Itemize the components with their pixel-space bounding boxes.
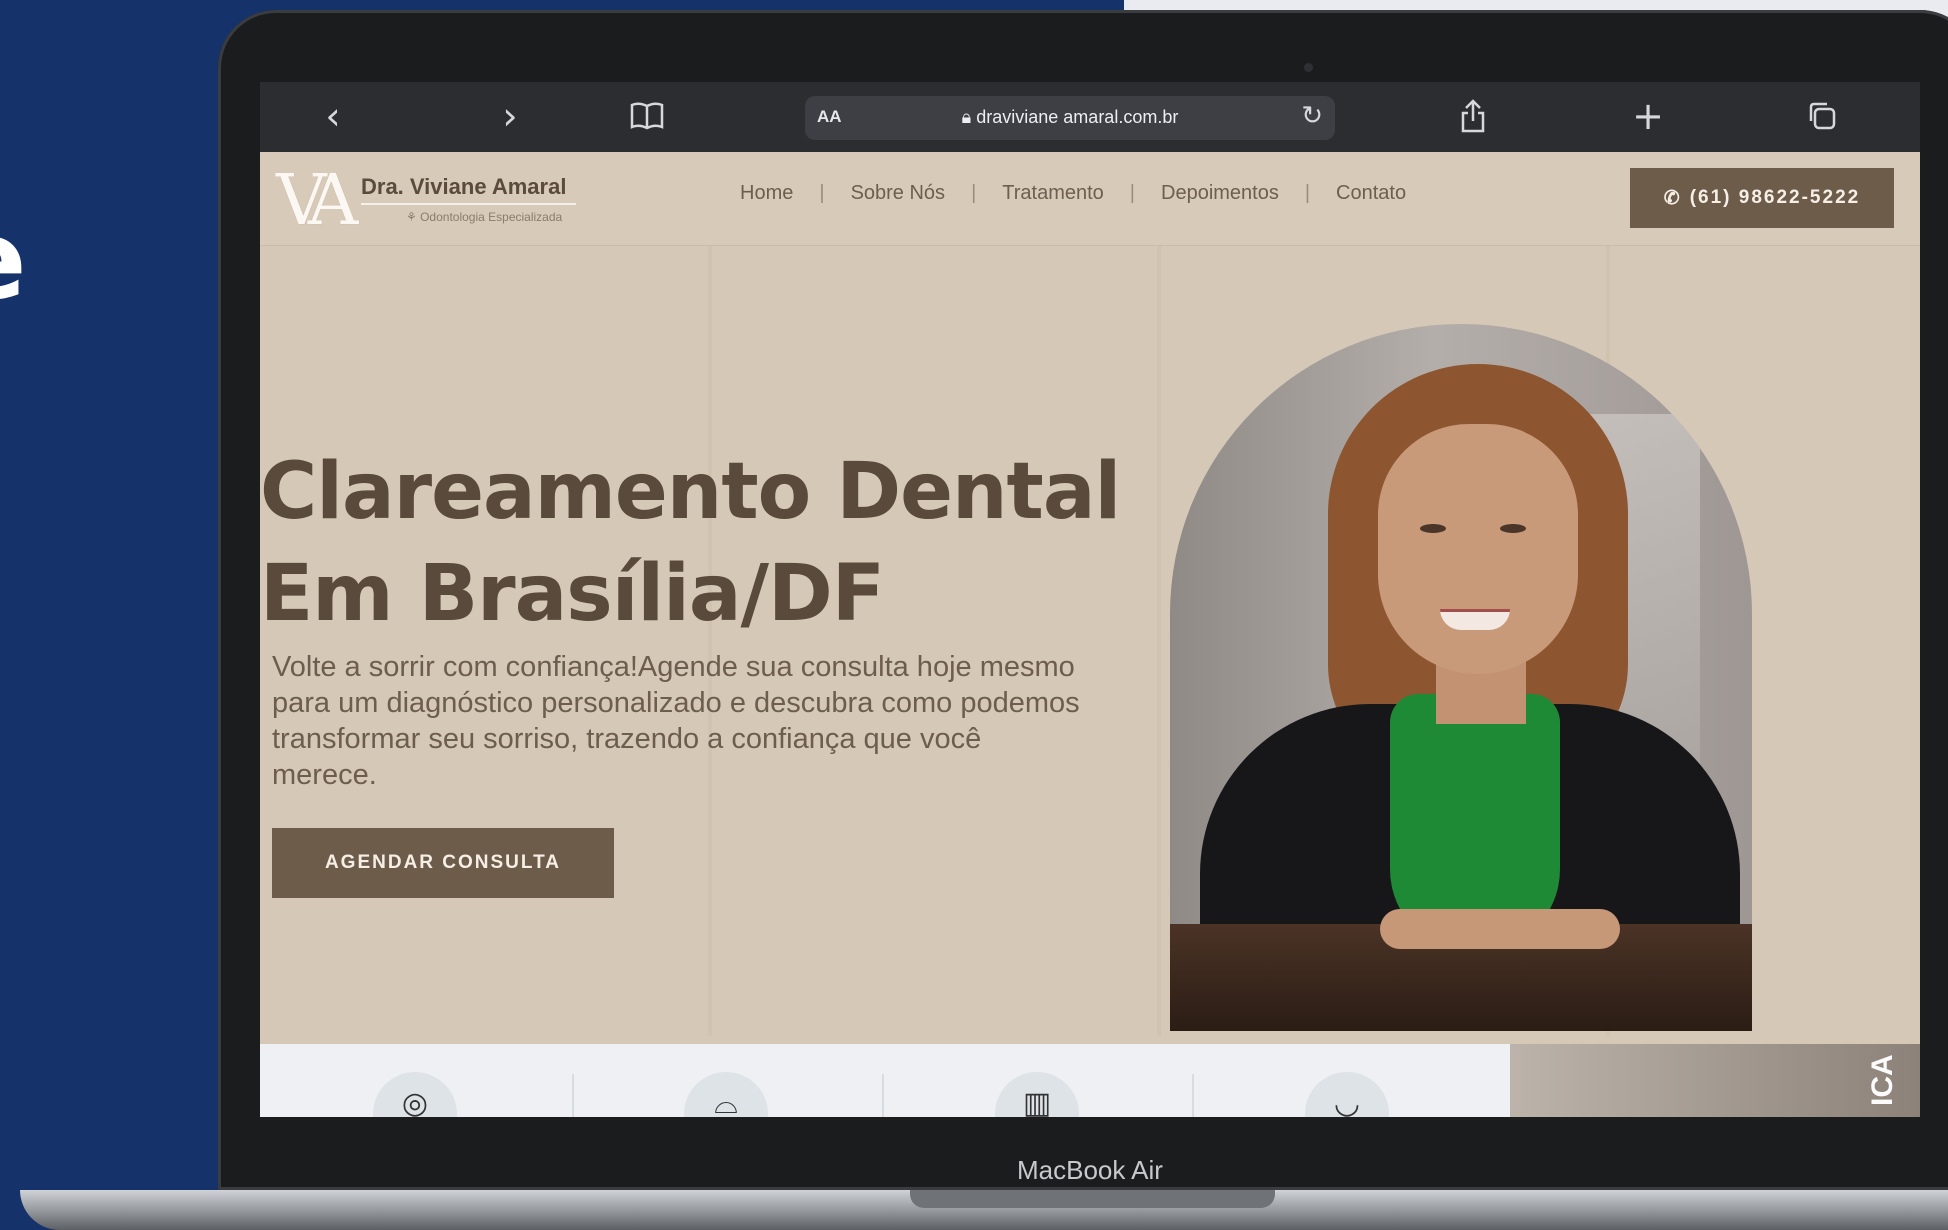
teeth-icon[interactable]: ▥: [995, 1072, 1079, 1117]
dental-arch-icon[interactable]: ⌓: [684, 1072, 768, 1117]
forward-icon[interactable]: ›: [485, 90, 535, 142]
camera-icon: [1304, 63, 1313, 72]
hero-section: Clareamento Dental Em Brasília/DF Volte …: [260, 246, 1920, 1044]
laptop-notch: [910, 1190, 1275, 1208]
tooth-icon: ⚘: [406, 210, 421, 224]
nav-separator: |: [1304, 182, 1311, 204]
browser-toolbar: ‹ › AA 🔒︎ draviviane amaral.com.br ↻ +: [260, 82, 1920, 152]
phone-label: (61) 98622-5222: [1689, 187, 1861, 208]
address-bar[interactable]: AA 🔒︎ draviviane amaral.com.br ↻: [805, 96, 1335, 140]
doctor-photo: [1170, 324, 1752, 1031]
lock-icon: 🔒︎: [961, 107, 977, 127]
logo-name: Dra. Viviane Amaral: [361, 174, 567, 199]
strip-divider: [882, 1074, 884, 1117]
site-header: VA Dra. Viviane Amaral ⚘ Odontologia Esp…: [260, 152, 1920, 246]
nav-home[interactable]: Home: [740, 182, 793, 205]
nav-depoimentos[interactable]: Depoimentos: [1161, 182, 1279, 205]
nav-separator: |: [819, 182, 825, 204]
strip-divider: [572, 1074, 574, 1117]
back-icon[interactable]: ‹: [308, 90, 358, 142]
nav-separator: |: [971, 182, 977, 204]
whatsapp-phone-button[interactable]: ✆ (61) 98622-5222: [1630, 168, 1894, 228]
services-strip: ◎ ⌓ ▥ ◡ ICA: [260, 1044, 1920, 1117]
bookmarks-icon[interactable]: [617, 90, 677, 142]
smile-icon[interactable]: ◡: [1305, 1072, 1389, 1117]
clinic-photo: ICA: [1510, 1044, 1920, 1117]
nav-tratamento[interactable]: Tratamento: [1002, 182, 1104, 205]
tooth-scan-icon[interactable]: ◎: [373, 1072, 457, 1117]
device-label: MacBook Air: [1017, 1155, 1163, 1185]
tabs-icon[interactable]: [1797, 90, 1847, 142]
main-nav: Home | Sobre Nós | Tratamento | Depoimen…: [740, 182, 1406, 205]
nav-separator: |: [1129, 182, 1135, 204]
reload-icon[interactable]: ↻: [1301, 101, 1323, 131]
nav-sobre-nos[interactable]: Sobre Nós: [851, 182, 946, 205]
vertical-label: ICA: [1866, 1054, 1899, 1107]
whatsapp-icon: ✆: [1663, 187, 1682, 209]
logo-mark: VA: [276, 159, 358, 241]
hero-subtitle: Volte a sorrir com confiança!Agende sua …: [272, 651, 1080, 791]
strip-divider: [1192, 1074, 1194, 1117]
screen: ‹ › AA 🔒︎ draviviane amaral.com.br ↻ + V…: [260, 82, 1920, 1117]
schedule-consultation-button[interactable]: AGENDAR CONSULTA: [272, 828, 614, 898]
new-tab-icon[interactable]: +: [1623, 90, 1673, 142]
background-letter: e: [0, 205, 27, 315]
hero-title: Clareamento Dental Em Brasília/DF: [260, 447, 1121, 639]
url-text: draviviane amaral.com.br: [976, 107, 1179, 127]
logo-divider: [361, 203, 576, 205]
site-logo[interactable]: VA Dra. Viviane Amaral ⚘ Odontologia Esp…: [276, 164, 596, 236]
nav-contato[interactable]: Contato: [1336, 182, 1406, 205]
share-icon[interactable]: [1448, 90, 1498, 142]
logo-tagline: ⚘ Odontologia Especializada: [406, 210, 563, 224]
